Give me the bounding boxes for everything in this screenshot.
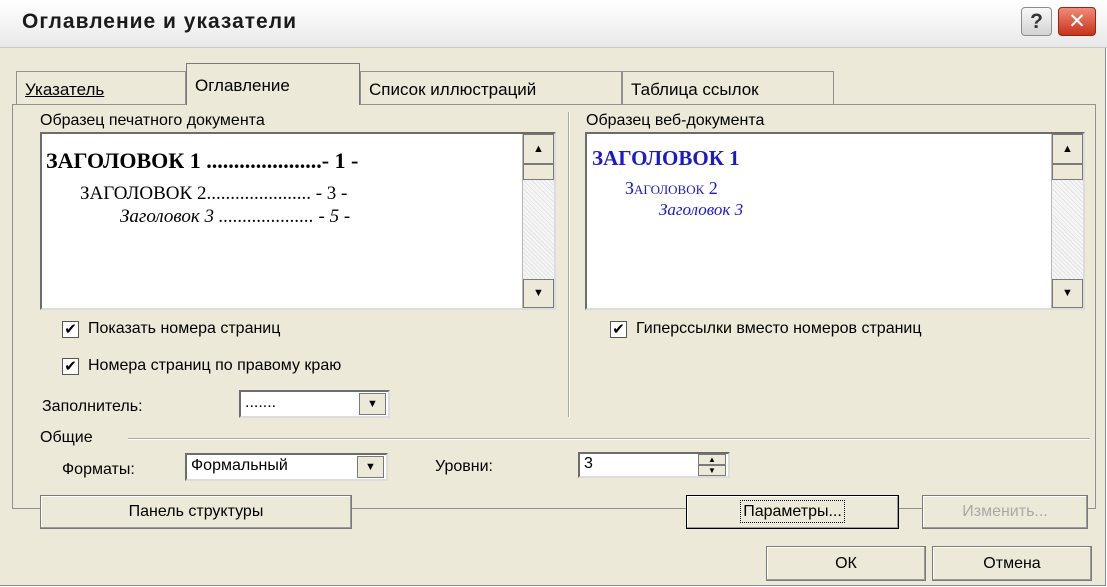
hyperlinks-label: Гиперссылки вместо номеров страниц bbox=[636, 320, 922, 337]
right-align-label: Номера страниц по правому краю bbox=[88, 357, 342, 374]
formats-value: Формальный bbox=[191, 457, 288, 474]
web-preview-scrollbar[interactable]: ▲ ▼ bbox=[1051, 134, 1083, 308]
tab-leader-dropdown-button[interactable]: ▼ bbox=[359, 393, 386, 415]
formats-select[interactable]: Формальный ▼ bbox=[185, 453, 388, 481]
print-heading-2: ЗАГОЛОВОК 2...................... - 3 - bbox=[80, 183, 347, 205]
levels-up-button[interactable]: ▲ bbox=[698, 454, 726, 465]
print-preview-scrollbar[interactable]: ▲ ▼ bbox=[522, 134, 554, 308]
print-heading-1: ЗАГОЛОВОК 1 .....................- 1 - bbox=[46, 148, 358, 174]
help-button[interactable]: ? bbox=[1021, 7, 1052, 36]
scroll-up-button[interactable]: ▲ bbox=[1052, 134, 1083, 164]
column-divider bbox=[568, 112, 570, 417]
print-heading-1-page: - 1 - bbox=[321, 148, 359, 173]
close-button[interactable]: ✕ bbox=[1058, 7, 1096, 36]
tab-leader-label: Заполнитель: bbox=[42, 398, 143, 415]
general-group-line bbox=[128, 438, 1090, 440]
tab-index-label: Указатель bbox=[25, 80, 105, 99]
tab-figures-label: Список иллюстраций bbox=[369, 80, 537, 99]
hyperlinks-checkbox[interactable]: ✔ bbox=[610, 321, 627, 338]
arrow-up-icon: ▲ bbox=[708, 455, 716, 464]
scroll-thumb[interactable] bbox=[523, 164, 554, 180]
web-heading-1[interactable]: ЗАГОЛОВОК 1 bbox=[592, 146, 740, 171]
general-group-label: Общие bbox=[40, 429, 93, 446]
modify-button[interactable]: Изменить... bbox=[922, 495, 1088, 529]
scroll-up-button[interactable]: ▲ bbox=[523, 134, 554, 164]
print-heading-2-text: ЗАГОЛОВОК 2 bbox=[80, 183, 207, 204]
chevron-down-icon: ▼ bbox=[367, 398, 378, 410]
chevron-down-icon: ▼ bbox=[365, 461, 376, 473]
checkmark-icon: ✔ bbox=[64, 321, 77, 338]
levels-spinner[interactable]: 3 ▲ ▼ bbox=[578, 452, 730, 478]
tab-figures[interactable]: Список иллюстраций bbox=[360, 71, 622, 104]
arrow-down-icon: ▼ bbox=[533, 287, 544, 299]
arrow-down-icon: ▼ bbox=[1062, 287, 1073, 299]
web-preview-label: Образец веб-документа bbox=[586, 112, 765, 129]
tab-leader-select[interactable]: ....... ▼ bbox=[239, 390, 390, 418]
options-label: Параметры... bbox=[740, 500, 845, 523]
print-heading-3-page: - 5 - bbox=[318, 206, 351, 227]
modify-label: Изменить... bbox=[962, 503, 1048, 520]
levels-value: 3 bbox=[584, 455, 593, 472]
arrow-up-icon: ▲ bbox=[533, 143, 544, 155]
web-heading-3[interactable]: Заголовок 3 bbox=[659, 200, 743, 220]
print-preview-box: ЗАГОЛОВОК 1 .....................- 1 - З… bbox=[40, 132, 556, 310]
levels-down-button[interactable]: ▼ bbox=[698, 465, 726, 476]
tab-authorities-label: Таблица ссылок bbox=[631, 80, 759, 99]
cancel-button[interactable]: Отмена bbox=[932, 546, 1092, 581]
tab-authorities[interactable]: Таблица ссылок bbox=[622, 71, 834, 104]
right-align-checkbox[interactable]: ✔ bbox=[62, 358, 79, 375]
window-title: Оглавление и указатели bbox=[22, 10, 297, 33]
print-heading-3-leader: .................... bbox=[218, 206, 314, 227]
checkmark-icon: ✔ bbox=[64, 358, 77, 375]
tab-leader-value: ....... bbox=[245, 394, 277, 411]
scroll-down-button[interactable]: ▼ bbox=[1052, 279, 1083, 308]
tab-index[interactable]: Указатель bbox=[16, 71, 186, 104]
show-page-numbers-checkbox[interactable]: ✔ bbox=[62, 321, 79, 338]
show-page-numbers-label: Показать номера страниц bbox=[88, 320, 281, 337]
scroll-down-button[interactable]: ▼ bbox=[523, 279, 554, 308]
cancel-label: Отмена bbox=[983, 555, 1041, 572]
web-heading-2[interactable]: Заголовок 2 bbox=[625, 178, 718, 199]
formats-dropdown-button[interactable]: ▼ bbox=[357, 456, 384, 478]
print-heading-3: Заголовок 3 .................... - 5 - bbox=[120, 206, 350, 228]
options-button[interactable]: Параметры... bbox=[686, 495, 899, 529]
ok-label: ОК bbox=[835, 555, 857, 572]
outline-toolbar-label: Панель структуры bbox=[128, 503, 264, 520]
toc-dialog: Оглавление и указатели ? ✕ Указатель Огл… bbox=[0, 0, 1107, 586]
levels-label: Уровни: bbox=[435, 458, 493, 475]
arrow-down-icon: ▼ bbox=[708, 466, 716, 475]
tab-contents[interactable]: Оглавление bbox=[186, 63, 360, 105]
close-icon: ✕ bbox=[1068, 10, 1086, 33]
formats-label: Форматы: bbox=[62, 461, 135, 478]
arrow-up-icon: ▲ bbox=[1062, 143, 1073, 155]
tab-contents-label: Оглавление bbox=[195, 76, 290, 95]
print-preview-label: Образец печатного документа bbox=[40, 112, 265, 129]
outline-toolbar-button[interactable]: Панель структуры bbox=[40, 495, 352, 529]
print-heading-2-leader: ...................... bbox=[206, 183, 311, 204]
print-heading-1-text: ЗАГОЛОВОК 1 bbox=[46, 148, 201, 173]
web-preview-box: ЗАГОЛОВОК 1 Заголовок 2 Заголовок 3 ▲ ▼ bbox=[585, 132, 1085, 310]
print-heading-2-page: - 3 - bbox=[315, 183, 348, 204]
print-heading-1-leader: ..................... bbox=[206, 148, 322, 173]
ok-button[interactable]: ОК bbox=[766, 546, 926, 581]
print-heading-3-text: Заголовок 3 bbox=[120, 206, 214, 227]
title-bar[interactable]: Оглавление и указатели ? ✕ bbox=[0, 0, 1107, 48]
scroll-thumb[interactable] bbox=[1052, 164, 1083, 180]
checkmark-icon: ✔ bbox=[612, 321, 625, 338]
